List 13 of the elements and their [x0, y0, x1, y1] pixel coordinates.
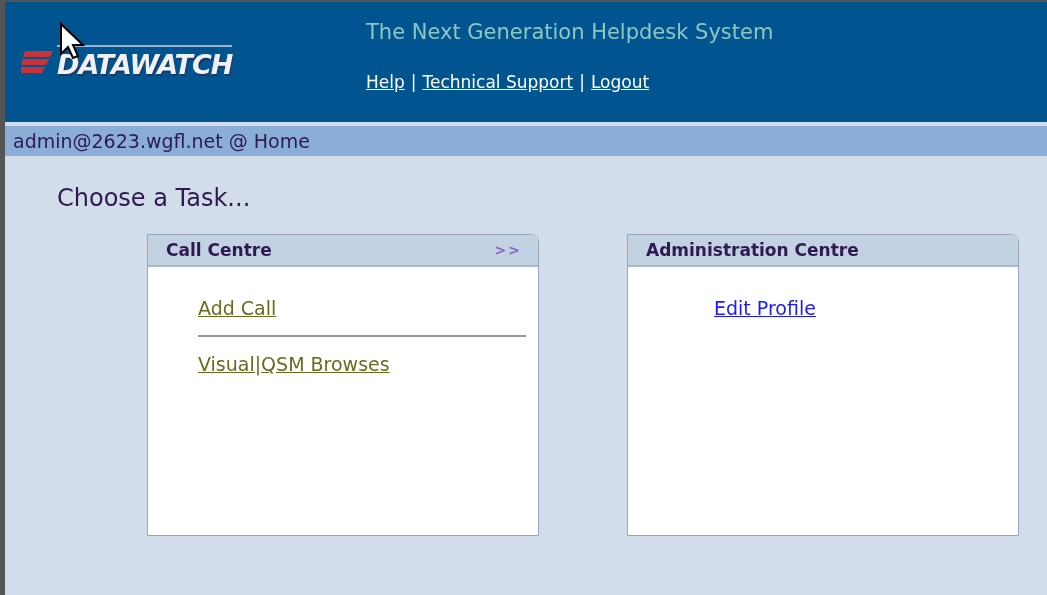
task-link[interactable]: Visual|QSM Browses: [198, 353, 390, 375]
header-link[interactable]: Logout: [590, 72, 650, 92]
tagline: The Next Generation Helpdesk System: [366, 20, 774, 44]
panel-title: Call Centre: [166, 240, 272, 260]
header-link[interactable]: Help: [366, 72, 405, 92]
task-link[interactable]: Edit Profile: [714, 297, 816, 319]
header-link[interactable]: Technical Support: [422, 72, 574, 92]
page-heading: Choose a Task...: [56, 183, 252, 212]
link-separator: |: [410, 72, 417, 92]
panel-title: Administration Centre: [646, 240, 859, 260]
breadcrumb: admin@2623.wgfl.net @ Home: [5, 126, 1047, 156]
task-link[interactable]: Add Call: [198, 297, 277, 319]
link-separator: |: [579, 72, 585, 92]
